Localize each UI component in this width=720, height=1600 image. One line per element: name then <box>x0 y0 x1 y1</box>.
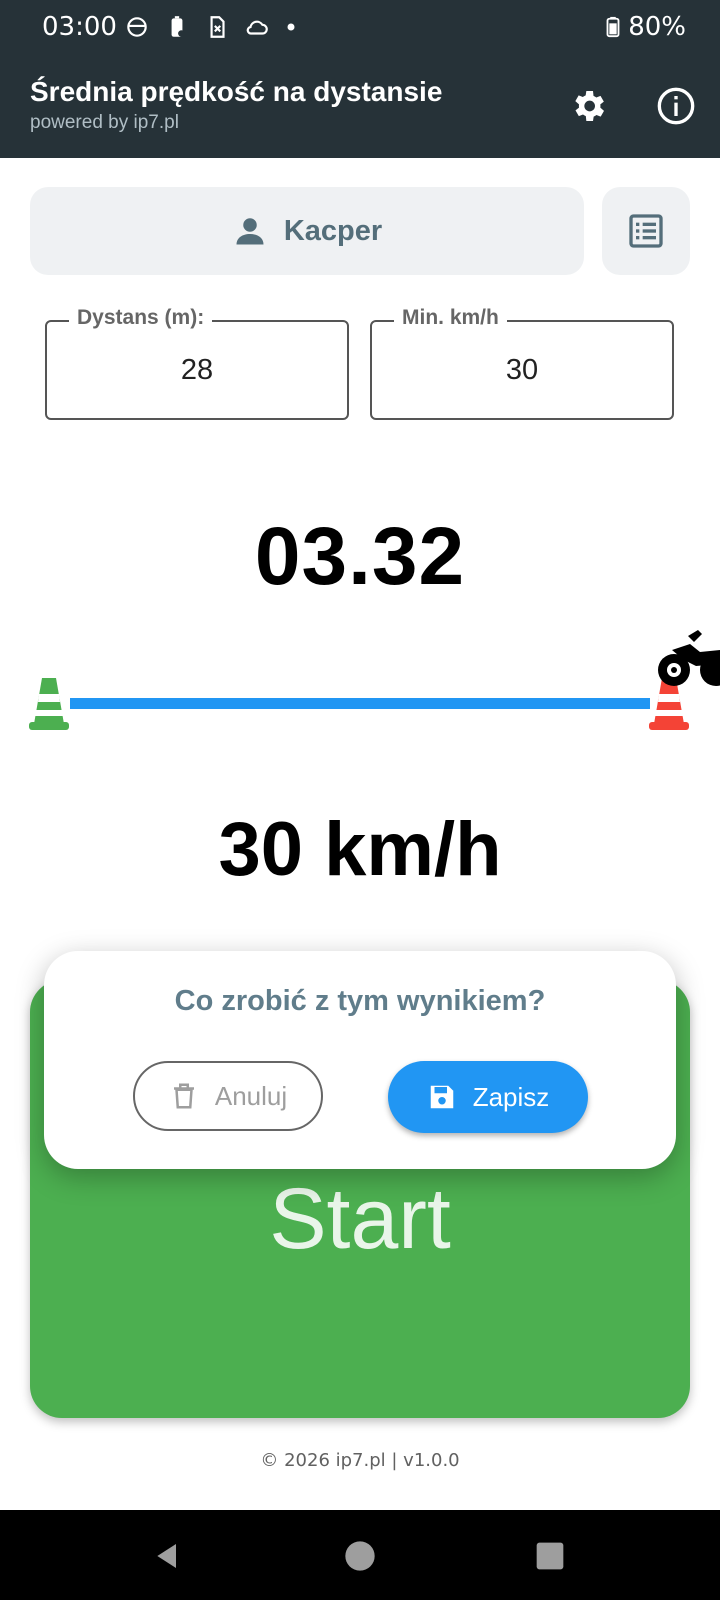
cancel-label: Anuluj <box>214 1080 288 1111</box>
nav-back-button[interactable] <box>150 1538 186 1574</box>
info-icon <box>657 87 695 125</box>
person-icon <box>236 218 264 245</box>
min-speed-value[interactable]: 30 <box>372 354 672 387</box>
distance-field[interactable]: Dystans (m): 28 <box>45 306 349 420</box>
status-icons <box>124 14 298 40</box>
app-subtitle: powered by ip7.pl <box>30 112 179 133</box>
dialog-title: Co zrobić z tym wynikiem? <box>174 985 546 1017</box>
cloud-icon <box>246 20 268 35</box>
app-title: Średnia prędkość na dystansie <box>30 76 443 107</box>
nav-recents-button[interactable] <box>532 1538 568 1574</box>
start-cone-icon <box>29 678 69 730</box>
app-bar: Średnia prędkość na dystansie powered by… <box>0 56 720 158</box>
sim-off-icon <box>210 16 225 38</box>
track-progress <box>70 698 650 709</box>
settings-button[interactable] <box>566 84 610 128</box>
dot-icon <box>287 23 295 31</box>
timer-display: 03.32 <box>254 511 466 602</box>
info-button[interactable] <box>654 84 698 128</box>
status-bar: 03:00 80% <box>0 0 720 56</box>
save-label: Zapisz <box>472 1081 550 1112</box>
floppy-disk-icon <box>430 1085 453 1109</box>
cancel-button[interactable]: Anuluj <box>133 1061 323 1131</box>
track-bar <box>70 698 650 709</box>
battery-indicator: 80% <box>602 12 686 42</box>
results-list-button[interactable] <box>602 187 690 275</box>
user-name: Kacper <box>283 214 383 247</box>
android-face-icon <box>127 17 147 37</box>
footer: © 2026 ip7.pl | v1.0.0 <box>260 1450 460 1471</box>
user-button[interactable]: Kacper <box>30 187 584 275</box>
start-label: Start <box>269 1170 451 1267</box>
trash-icon <box>173 1083 194 1109</box>
distance-label: Dystans (m): <box>69 306 213 330</box>
distance-value[interactable]: 28 <box>47 354 347 387</box>
battery-level: 80% <box>628 12 686 42</box>
recents-square-icon <box>536 1542 564 1570</box>
save-button[interactable]: Zapisz <box>388 1061 588 1133</box>
motorcycle-icon <box>658 630 720 686</box>
gear-icon <box>575 91 604 121</box>
battery-alert-icon <box>171 16 185 37</box>
min-speed-field[interactable]: Min. km/h 30 <box>370 306 674 420</box>
status-time: 03:00 <box>42 12 117 42</box>
nav-bar <box>0 1510 720 1600</box>
speed-display: 30 km/h <box>218 807 502 892</box>
home-circle-icon <box>345 1541 375 1571</box>
battery-icon <box>606 16 620 38</box>
result-dialog: Co zrobić z tym wynikiem? Anuluj Zapisz <box>44 951 676 1169</box>
nav-home-button[interactable] <box>342 1538 378 1574</box>
list-icon <box>629 214 663 248</box>
back-triangle-icon <box>157 1544 176 1568</box>
min-speed-label: Min. km/h <box>394 306 507 330</box>
